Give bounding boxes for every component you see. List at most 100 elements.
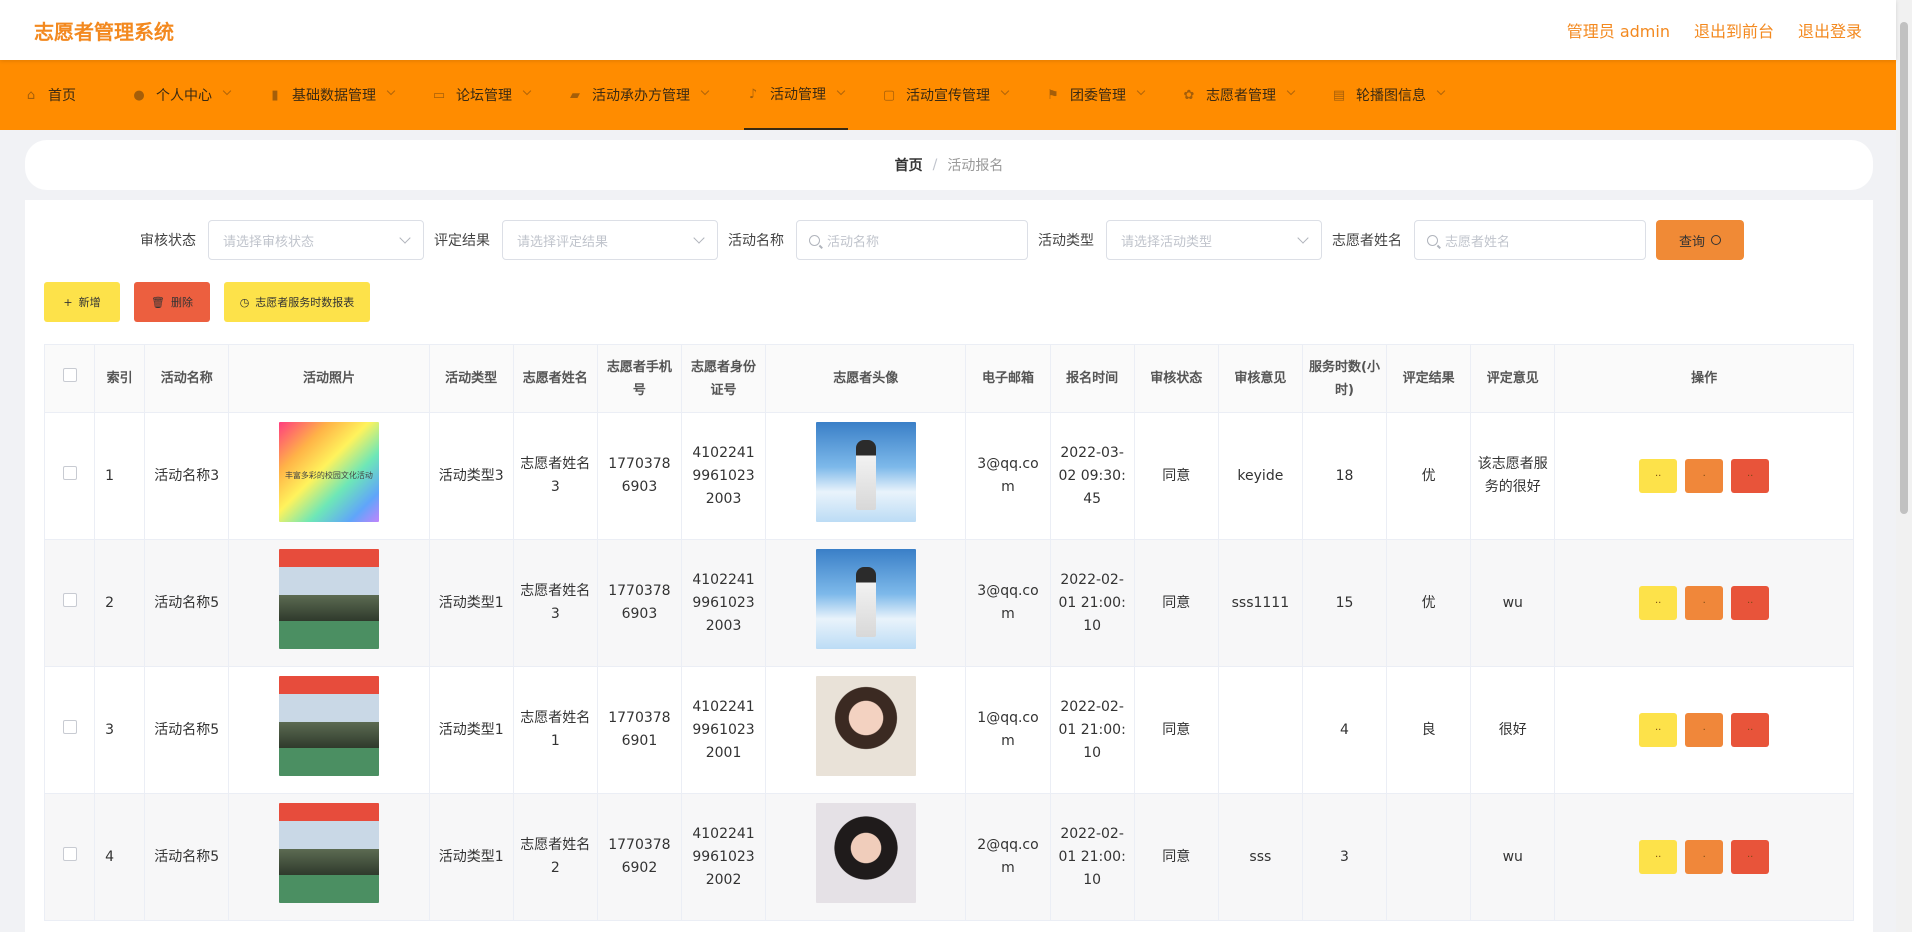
activity-photo[interactable] — [278, 676, 379, 776]
detail-button[interactable]: ·· — [1639, 459, 1678, 493]
nav-item-9[interactable]: ▤ 轮播图信息 — [1330, 60, 1448, 130]
column-header: 审核意见 — [1217, 344, 1303, 413]
avatar-cell — [765, 666, 967, 794]
breadcrumb-home[interactable]: 首页 — [895, 155, 923, 175]
search-icon — [1711, 235, 1721, 245]
phone-cell: 17703786903 — [596, 412, 682, 540]
index-cell: 3 — [94, 666, 146, 794]
detail-button[interactable]: ·· — [1639, 713, 1678, 747]
activity-photo[interactable]: 丰富多彩的校园文化活动 — [278, 422, 379, 522]
evaluation-text: 很好 — [1498, 721, 1527, 738]
table-row[interactable]: 4 活动名称5 活动类型1 志愿者姓名2 17703786902 410224199610… — [43, 793, 1854, 921]
nav-item-label: 活动宣传管理 — [906, 88, 990, 104]
table-row[interactable]: 3 活动名称5 活动类型1 志愿者姓名1 17703786901 410224199610… — [43, 666, 1854, 794]
evaluation-cell: wu — [1470, 539, 1556, 667]
activity-name-text: 活动名称3 — [154, 467, 220, 484]
chevron-down-icon — [1136, 86, 1146, 96]
column-header: 索引 — [94, 344, 146, 413]
nav-item-0[interactable]: ⌂ 首页 — [22, 60, 98, 130]
checkbox-cell[interactable] — [43, 412, 96, 540]
volunteer-avatar[interactable] — [815, 803, 916, 903]
add-button[interactable]: + 新增 — [44, 282, 120, 322]
volunteer-name-placeholder: 志愿者姓名 — [1445, 234, 1511, 250]
report-button-label: 志愿者服务时数报表 — [255, 296, 355, 309]
nav-item-label: 论坛管理 — [456, 88, 512, 104]
scrollbar-thumb[interactable] — [1900, 22, 1908, 514]
nav-item-5[interactable]: ♪ 活动管理 — [744, 60, 848, 130]
nav-item-label: 首页 — [48, 88, 76, 104]
table-row[interactable]: 1 活动名称3 丰富多彩的校园文化活动 活动类型3 志愿者姓名3 17703786903 4… — [43, 412, 1854, 540]
volunteer-avatar[interactable] — [815, 676, 916, 776]
hours-text: 18 — [1335, 467, 1354, 484]
result-select[interactable]: 请选择评定结果 — [502, 220, 718, 260]
volunteer-avatar[interactable] — [815, 549, 916, 649]
delete-row-button[interactable]: ·· — [1731, 840, 1770, 874]
edit-button[interactable]: · — [1685, 459, 1724, 493]
row-checkbox[interactable] — [62, 592, 77, 607]
nav-item-2[interactable]: ▮ 基础数据管理 — [266, 60, 398, 130]
checkbox-cell[interactable] — [43, 666, 96, 794]
nav-item-1[interactable]: ● 个人中心 — [130, 60, 234, 130]
opinion-text: sss1111 — [1231, 594, 1290, 611]
activity-photo-cell — [228, 666, 430, 794]
row-checkbox[interactable] — [62, 465, 77, 480]
checkbox-cell[interactable] — [43, 539, 96, 667]
volunteer-avatar[interactable] — [815, 422, 916, 522]
row-checkbox[interactable] — [62, 846, 77, 861]
query-button[interactable]: 查询 — [1656, 220, 1744, 260]
edit-button[interactable]: · — [1685, 713, 1724, 747]
idcard-cell: 410224199610232001 — [680, 666, 767, 794]
index-text: 1 — [105, 467, 114, 484]
report-button[interactable]: ◷ 志愿者服务时数报表 — [224, 282, 370, 322]
activity-photo[interactable] — [278, 803, 379, 903]
chevron-down-icon — [399, 232, 411, 244]
nav-item-4[interactable]: ▰ 活动承办方管理 — [566, 60, 712, 130]
volunteer-name-cell: 志愿者姓名3 — [512, 539, 598, 667]
edit-button[interactable]: · — [1685, 586, 1724, 620]
column-header: 志愿者身份证号 — [680, 344, 767, 413]
activity-name-cell: 活动名称5 — [144, 666, 230, 794]
nav-item-8[interactable]: ✿ 志愿者管理 — [1180, 60, 1298, 130]
select-all-cell[interactable] — [43, 344, 96, 413]
detail-button[interactable]: ·· — [1639, 840, 1678, 874]
delete-row-button[interactable]: ·· — [1731, 459, 1770, 493]
status-select[interactable]: 请选择审核状态 — [208, 220, 424, 260]
nav-item-3[interactable]: ▭ 论坛管理 — [430, 60, 534, 130]
nav-item-7[interactable]: ⚑ 团委管理 — [1044, 60, 1148, 130]
activity-photo[interactable] — [278, 549, 379, 649]
index-text: 3 — [105, 721, 114, 738]
chart-icon: ▮ — [271, 87, 279, 103]
result-cell: 良 — [1386, 666, 1472, 794]
idcard-cell: 410224199610232002 — [680, 793, 767, 921]
nav-item-label: 团委管理 — [1070, 88, 1126, 104]
vertical-scrollbar[interactable] — [1896, 0, 1912, 932]
email-text: 3@qq.com — [977, 583, 1039, 622]
evaluation-cell: 该志愿者服务的很好 — [1470, 412, 1556, 540]
row-actions: ·· · ·· — [1561, 586, 1847, 620]
table-row[interactable]: 2 活动名称5 活动类型1 志愿者姓名3 17703786903 410224199610… — [43, 539, 1854, 667]
delete-button[interactable]: 🗑 删除 — [134, 282, 210, 322]
logout-link[interactable]: 退出登录 — [1798, 18, 1862, 42]
select-all-checkbox[interactable] — [62, 368, 77, 382]
frontend-link[interactable]: 退出到前台 — [1694, 18, 1774, 42]
trash-icon: 🗑 — [151, 295, 165, 309]
chevron-down-icon — [700, 86, 710, 96]
activity-name-label: 活动名称 — [728, 233, 784, 249]
checkbox-cell[interactable] — [43, 793, 96, 921]
email-text: 3@qq.com — [977, 456, 1039, 495]
activity-name-input[interactable]: 活动名称 — [796, 220, 1028, 260]
detail-button[interactable]: ·· — [1639, 586, 1678, 620]
activity-type-select[interactable]: 请选择活动类型 — [1106, 220, 1322, 260]
column-header: 志愿者手机号 — [596, 344, 682, 413]
volunteer-name-label: 志愿者姓名 — [1332, 233, 1402, 249]
activity-name-text: 活动名称5 — [154, 721, 220, 738]
volunteer-name-input[interactable]: 志愿者姓名 — [1414, 220, 1646, 260]
opinion-cell: sss — [1217, 793, 1303, 921]
admin-label[interactable]: 管理员 admin — [1567, 18, 1670, 42]
delete-row-button[interactable]: ·· — [1731, 586, 1770, 620]
delete-row-button[interactable]: ·· — [1731, 713, 1770, 747]
edit-button[interactable]: · — [1685, 840, 1724, 874]
clipboard-icon: ▤ — [1332, 87, 1346, 103]
row-checkbox[interactable] — [62, 719, 77, 734]
nav-item-6[interactable]: ▢ 活动宣传管理 — [880, 60, 1012, 130]
